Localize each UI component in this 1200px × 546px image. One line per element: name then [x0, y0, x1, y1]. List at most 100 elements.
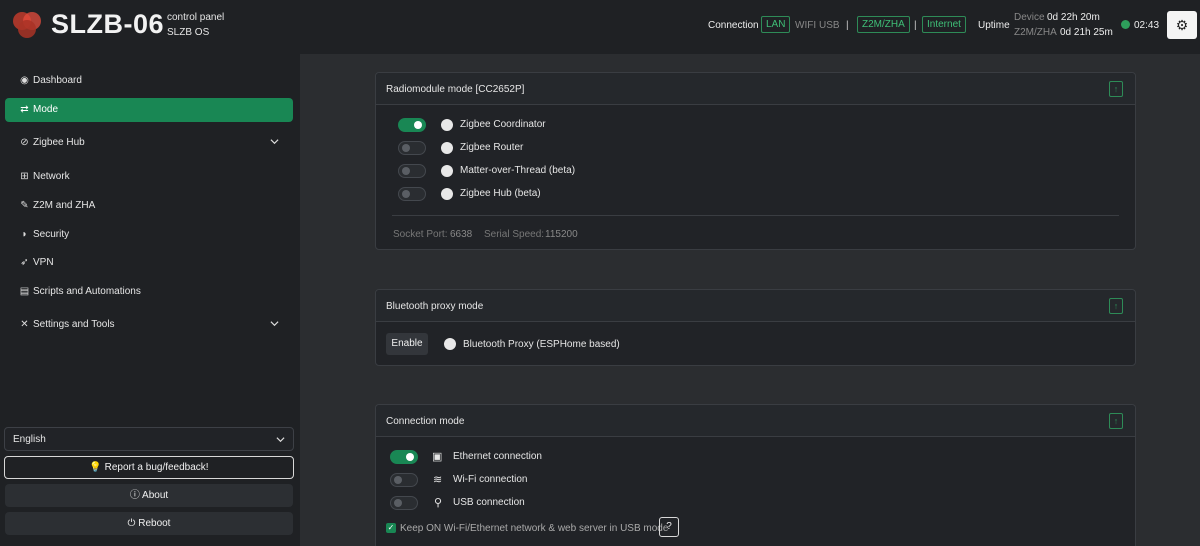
connection-label: Connection — [708, 20, 759, 31]
zigbee-icon: ⊘ — [20, 137, 29, 148]
sidebar-item-vpn[interactable]: ➶ VPN — [5, 251, 293, 275]
separator: | — [846, 20, 849, 31]
tools-icon: ✎ — [20, 200, 29, 211]
clock-time: 02:43 — [1134, 20, 1160, 31]
device-uptime-label: Device — [1014, 12, 1045, 23]
logo-icon — [13, 12, 41, 38]
socket-port-label: Socket Port: — [393, 229, 448, 240]
shield-icon: ◗ — [21, 229, 28, 240]
bluetooth-icon — [444, 338, 456, 350]
sidebar-item-label: Scripts and Automations — [33, 286, 141, 297]
sidebar-item-label: Security — [33, 229, 70, 240]
radiomodule-card: Radiomodule mode [CC2652P] ↑ Zigbee Coor… — [375, 72, 1136, 250]
clock-icon — [1121, 20, 1130, 29]
matter-icon — [441, 165, 453, 177]
z2m-uptime-label: Z2M/ZHA — [1014, 27, 1057, 38]
sidebar-item-zigbee-hub[interactable]: ⊘ Zigbee Hub — [5, 131, 293, 155]
report-bug-label: Report a bug/feedback! — [104, 462, 209, 473]
option-label: USB connection — [453, 497, 525, 508]
script-icon: ▤ — [19, 286, 30, 297]
collapse-button[interactable]: ↑ — [1109, 81, 1123, 97]
serial-speed-value: 115200 — [545, 229, 578, 240]
z2m-uptime-value: 0d 21h 25m — [1060, 27, 1113, 38]
sidebar: ◉ Dashboard ⇄ Mode ⊘ Zigbee Hub ⊞ Networ… — [0, 54, 300, 546]
top-header: SLZB-06 control panel SLZB OS Connection… — [0, 0, 1200, 54]
toggle-zigbee-coordinator[interactable] — [398, 118, 426, 132]
bluetooth-card: Bluetooth proxy mode ↑ Enable Bluetooth … — [375, 289, 1136, 366]
sidebar-item-settings-tools[interactable]: ✕ Settings and Tools — [5, 313, 293, 337]
device-uptime-value: 0d 22h 20m — [1047, 12, 1100, 23]
wifi-status: WIFI — [795, 20, 817, 31]
sidebar-item-mode[interactable]: ⇄ Mode — [5, 98, 293, 122]
info-icon: ⓘ — [129, 490, 140, 501]
toggle-zigbee-router[interactable] — [398, 141, 426, 155]
keep-on-checkbox[interactable]: ✓ — [386, 523, 396, 533]
z2m-badge: Z2M/ZHA — [857, 16, 910, 33]
card-header: Bluetooth proxy mode ↑ — [376, 290, 1135, 322]
zigbee-icon — [441, 142, 453, 154]
sidebar-item-label: Mode — [33, 104, 59, 115]
brand-title: SLZB-06 — [51, 9, 165, 39]
option-label: Matter-over-Thread (beta) — [460, 165, 576, 176]
option-label: Zigbee Coordinator — [460, 119, 546, 130]
lightbulb-icon: 💡 — [89, 462, 102, 473]
collapse-button[interactable]: ↑ — [1109, 413, 1123, 429]
toggle-wifi[interactable] — [390, 473, 418, 487]
help-button[interactable]: ? — [659, 517, 679, 537]
gear-icon: ⚙ — [1175, 17, 1189, 33]
option-label: Zigbee Router — [460, 142, 524, 153]
toggle-zigbee-hub[interactable] — [398, 187, 426, 201]
serial-speed-label: Serial Speed: — [484, 229, 545, 240]
internet-badge: Internet — [922, 16, 966, 33]
brand-os: SLZB OS — [167, 27, 210, 38]
dashboard-icon: ◉ — [20, 75, 29, 86]
sidebar-item-scripts[interactable]: ▤ Scripts and Automations — [5, 280, 293, 304]
rocket-icon: ➶ — [20, 257, 29, 268]
sidebar-item-network[interactable]: ⊞ Network — [5, 165, 293, 189]
brand-subtitle: control panel — [167, 12, 225, 23]
wrench-icon: ✕ — [20, 319, 29, 330]
language-value: English — [13, 434, 46, 445]
usb-icon: ⚲ — [434, 497, 443, 509]
report-bug-button[interactable]: 💡 Report a bug/feedback! — [4, 456, 294, 479]
sidebar-item-label: Dashboard — [33, 75, 82, 86]
option-label: Wi-Fi connection — [453, 474, 528, 485]
sidebar-item-z2m-zha[interactable]: ✎ Z2M and ZHA — [5, 194, 293, 218]
option-label: Zigbee Hub (beta) — [460, 188, 541, 199]
bluetooth-proxy-label: Bluetooth Proxy (ESPHome based) — [463, 339, 620, 350]
card-title: Connection mode — [386, 416, 465, 427]
toggle-usb[interactable] — [390, 496, 418, 510]
sidebar-item-dashboard[interactable]: ◉ Dashboard — [5, 69, 293, 93]
card-title: Bluetooth proxy mode — [386, 301, 484, 312]
sidebar-item-label: VPN — [33, 257, 54, 268]
wifi-icon: ≋ — [433, 474, 443, 486]
ethernet-icon: ▣ — [432, 451, 443, 463]
collapse-button[interactable]: ↑ — [1109, 298, 1123, 314]
chevron-down-icon — [276, 437, 285, 443]
reboot-button[interactable]: ⏻ Reboot — [5, 512, 293, 535]
keep-on-label: Keep ON Wi-Fi/Ethernet network & web ser… — [400, 523, 669, 534]
chevron-down-icon — [270, 139, 279, 145]
reboot-label: Reboot — [138, 518, 171, 529]
sidebar-item-security[interactable]: ◗ Security — [5, 223, 293, 247]
chevron-down-icon — [270, 321, 279, 327]
card-header: Radiomodule mode [CC2652P] ↑ — [376, 73, 1135, 105]
arrows-swap-icon: ⇄ — [20, 104, 29, 115]
network-icon: ⊞ — [20, 171, 29, 182]
zigbee-icon — [441, 188, 453, 200]
enable-bluetooth-button[interactable]: Enable — [386, 333, 428, 355]
connection-card: Connection mode ↑ ▣ Ethernet connection … — [375, 404, 1136, 546]
sidebar-item-label: Zigbee Hub — [33, 137, 85, 148]
toggle-ethernet[interactable] — [390, 450, 418, 464]
toggle-matter-thread[interactable] — [398, 164, 426, 178]
language-select[interactable]: English — [4, 427, 294, 451]
sidebar-item-label: Settings and Tools — [33, 319, 115, 330]
theme-settings-button[interactable]: ⚙ — [1167, 11, 1197, 39]
sidebar-item-label: Z2M and ZHA — [33, 200, 96, 211]
usb-status: USB — [819, 20, 840, 31]
socket-port-value: 6638 — [450, 229, 473, 240]
separator: | — [914, 20, 917, 31]
about-button[interactable]: ⓘ About — [5, 484, 293, 507]
card-title: Radiomodule mode [CC2652P] — [386, 84, 525, 95]
option-label: Ethernet connection — [453, 451, 542, 462]
